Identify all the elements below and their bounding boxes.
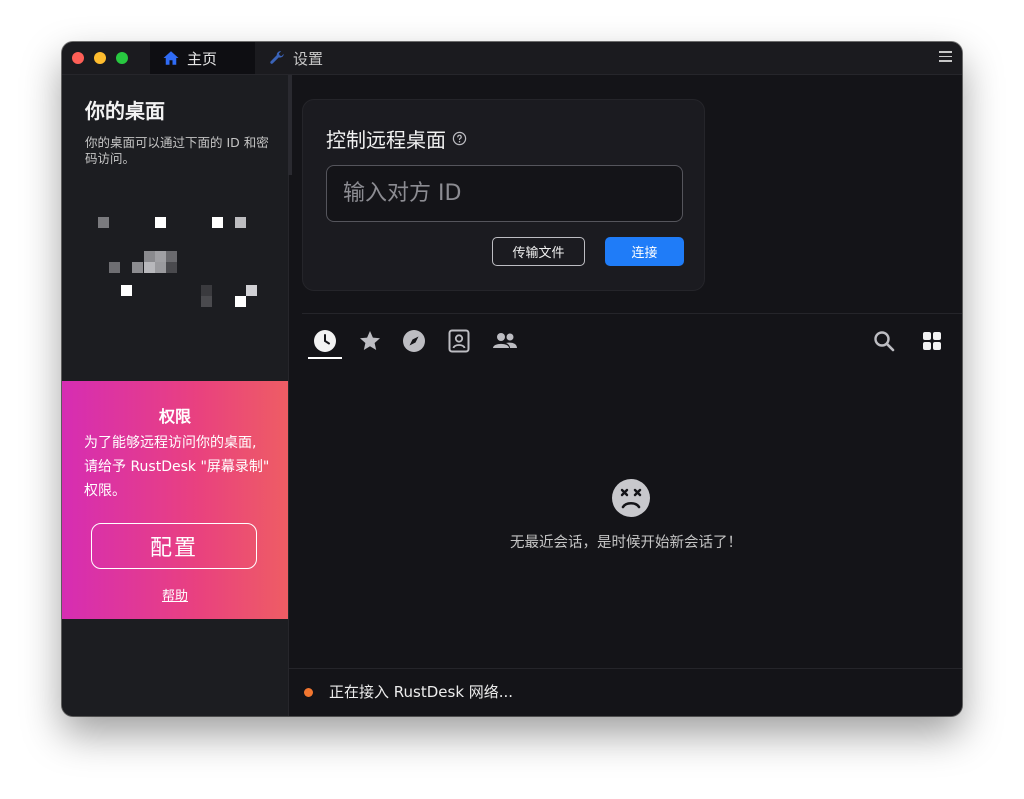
title-bar: 主页 设置 — [62, 42, 962, 75]
left-panel: 你的桌面 你的桌面可以通过下面的 ID 和密码访问。 权限 为了能够远程访问你的… — [62, 75, 292, 716]
hamburger-menu-icon[interactable] — [939, 51, 952, 63]
status-bar: 正在接入 RustDesk 网络... — [289, 668, 962, 716]
connect-button[interactable]: 连接 — [605, 237, 684, 266]
address-book-icon[interactable] — [447, 329, 471, 353]
active-tab-indicator — [308, 357, 342, 359]
minimize-window-button[interactable] — [94, 52, 106, 64]
discover-compass-icon[interactable] — [402, 329, 426, 353]
close-window-button[interactable] — [72, 52, 84, 64]
grid-view-icon[interactable] — [920, 329, 944, 353]
remote-id-input[interactable] — [326, 165, 683, 222]
wrench-icon — [270, 51, 284, 64]
left-panel-scrollbar[interactable] — [288, 75, 292, 175]
status-text: 正在接入 RustDesk 网络... — [329, 683, 514, 701]
zoom-window-button[interactable] — [116, 52, 128, 64]
control-remote-desktop-title: 控制远程桌面 — [326, 124, 467, 153]
permission-banner: 权限 为了能够远程访问你的桌面, 请给予 RustDesk "屏幕录制" 权限。… — [62, 381, 288, 619]
configure-button[interactable]: 配置 — [91, 523, 257, 569]
tab-home-label: 主页 — [187, 49, 218, 68]
recent-clock-icon[interactable] — [313, 329, 337, 353]
your-desktop-title: 你的桌面 — [85, 99, 165, 123]
favorites-star-icon[interactable] — [358, 329, 382, 353]
help-link[interactable]: 帮助 — [62, 585, 288, 604]
your-desktop-description: 你的桌面可以通过下面的 ID 和密码访问。 — [85, 135, 269, 166]
empty-sessions-text: 无最近会话，是时候开始新会话了！ — [510, 535, 742, 551]
home-icon — [163, 51, 179, 65]
permission-text: 为了能够远程访问你的桌面, 请给予 RustDesk "屏幕录制" 权限。 — [84, 435, 270, 499]
tab-home[interactable]: 主页 — [150, 42, 255, 74]
search-icon[interactable] — [872, 329, 896, 353]
group-icon[interactable] — [491, 329, 519, 353]
tab-settings-label: 设置 — [293, 49, 324, 68]
control-remote-desktop-label: 控制远程桌面 — [326, 128, 446, 152]
transfer-file-button[interactable]: 传输文件 — [492, 237, 585, 266]
help-circle-icon[interactable] — [452, 131, 467, 146]
rustdesk-window: 主页 设置 你的桌面 你的桌面可以通过下面的 ID 和密码访问。 权限 为了能够… — [62, 42, 962, 716]
connect-card: 控制远程桌面 传输文件 连接 — [302, 99, 705, 291]
permission-title: 权限 — [158, 407, 191, 426]
tab-settings[interactable]: 设置 — [268, 42, 323, 74]
status-dot-icon — [304, 688, 313, 697]
sad-face-icon — [612, 479, 650, 517]
section-divider — [302, 313, 962, 314]
